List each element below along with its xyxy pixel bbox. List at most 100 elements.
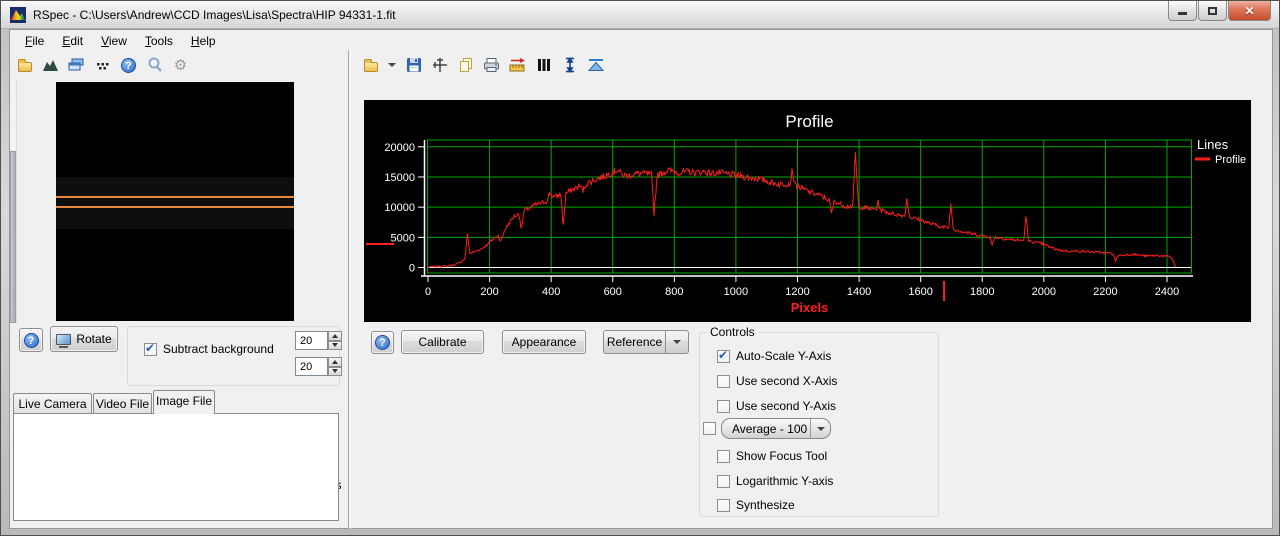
column-bins-icon[interactable] [534,56,553,75]
spin-up-button[interactable] [328,357,342,367]
settings-gear-icon[interactable]: ⚙ [171,56,190,75]
svg-text:15000: 15000 [384,172,415,184]
zoom-icon[interactable] [145,56,164,75]
spin-down-button[interactable] [328,341,342,351]
menu-view[interactable]: View [92,31,136,51]
svg-text:1600: 1600 [908,286,932,298]
histogram-icon[interactable] [41,56,60,75]
help-button-profile[interactable]: ? [371,331,394,354]
open-dropdown-icon[interactable] [387,56,397,75]
help-button-image[interactable]: ? [19,328,43,352]
background-rows-top-spinner [328,331,342,350]
chevron-down-icon[interactable] [810,419,830,438]
svg-text:200: 200 [480,286,498,298]
pixel-grid-icon[interactable] [93,56,112,75]
svg-text:1200: 1200 [785,286,809,298]
cascade-windows-icon[interactable] [67,56,86,75]
svg-text:600: 600 [604,286,622,298]
profile-chart-svg: 0500010000150002000002004006008001000120… [364,100,1251,322]
second-x-axis-checkbox[interactable] [717,375,730,388]
left-scrollbar-thumb[interactable] [10,151,16,323]
menu-tools[interactable]: Tools [136,31,182,51]
svg-text:Profile: Profile [785,112,833,131]
tab-video-file[interactable]: Video File [93,393,152,414]
menubar: File Edit View Tools Help [10,30,1272,51]
subtract-background-checkbox[interactable] [144,343,157,356]
titlebar[interactable]: RSpec - C:\Users\Andrew\CCD Images\Lisa\… [1,1,1280,29]
chevron-down-icon [673,340,681,344]
subtract-background-row: Subtract background [144,342,274,356]
open-profile-icon[interactable] [361,56,380,75]
vertical-extent-icon[interactable] [560,56,579,75]
menu-help[interactable]: Help [182,31,225,51]
tab-live-camera[interactable]: Live Camera [13,393,92,414]
synthesize-checkbox[interactable] [717,499,730,512]
left-scrollbar[interactable] [10,79,17,323]
svg-text:2200: 2200 [1093,286,1117,298]
svg-text:Profile: Profile [1215,154,1246,166]
background-rows-bottom-input[interactable]: 20 [295,357,328,376]
image-file-tab-panel [13,413,339,521]
menu-file[interactable]: File [16,31,53,51]
second-y-axis-checkbox[interactable] [717,400,730,413]
svg-text:0: 0 [425,286,431,298]
panel-splitter[interactable] [348,50,351,529]
appearance-button[interactable]: Appearance [502,330,586,354]
image-preview[interactable] [56,82,294,321]
svg-text:1800: 1800 [970,286,994,298]
help-icon: ? [24,333,39,348]
svg-text:10000: 10000 [384,202,415,214]
background-rows-bottom-spinner [328,357,342,376]
monitor-icon [56,334,71,345]
logarithmic-label: Logarithmic Y-axis [736,474,833,488]
menu-edit[interactable]: Edit [53,31,92,51]
calibrate-button[interactable]: Calibrate [401,330,484,354]
svg-text:400: 400 [542,286,560,298]
logarithmic-checkbox[interactable] [717,475,730,488]
second-x-axis-label: Use second X-Axis [736,374,837,388]
logarithmic-row: Logarithmic Y-axis [717,474,833,488]
minimize-button[interactable] [1168,1,1197,21]
spectrum-strip [56,177,294,229]
spin-down-button[interactable] [328,367,342,377]
toolbar-image: ? ⚙ [15,51,190,79]
reference-button[interactable]: Reference [603,330,666,354]
maximize-button[interactable] [1198,1,1227,21]
selection-line-bottom[interactable] [56,206,294,208]
average-checkbox[interactable] [703,422,716,435]
background-rows-top-input[interactable]: 20 [295,331,328,350]
average-dropdown[interactable]: Average - 100 [721,418,831,439]
window-title: RSpec - C:\Users\Andrew\CCD Images\Lisa\… [33,8,396,22]
profile-chart[interactable]: 0500010000150002000002004006008001000120… [364,100,1251,322]
reference-dropdown-button[interactable] [666,330,689,354]
help-icon[interactable]: ? [119,56,138,75]
selection-line-top[interactable] [56,196,294,198]
copy-icon[interactable] [456,56,475,75]
measure-ruler-icon[interactable] [508,56,527,75]
rotate-button[interactable]: Rotate [50,326,118,352]
svg-text:1000: 1000 [724,286,748,298]
second-y-axis-label: Use second Y-Axis [736,399,836,413]
second-y-axis-row: Use second Y-Axis [717,399,836,413]
synthesize-row: Synthesize [717,498,795,512]
auto-scale-label: Auto-Scale Y-Axis [736,349,831,363]
tab-image-file[interactable]: Image File [153,390,215,414]
print-icon[interactable] [482,56,501,75]
open-file-icon[interactable] [15,56,34,75]
average-row [703,422,716,435]
svg-text:2400: 2400 [1155,286,1179,298]
spin-up-button[interactable] [328,331,342,341]
svg-text:800: 800 [665,286,683,298]
save-icon[interactable] [404,56,423,75]
average-value: Average - 100 [722,422,810,436]
help-icon: ? [375,335,390,350]
minimize-icon [1178,12,1187,15]
auto-scale-checkbox[interactable] [717,350,730,363]
close-button[interactable]: ✕ [1228,1,1271,21]
close-icon: ✕ [1244,4,1254,18]
reference-split-button: Reference [603,330,689,354]
peak-collapse-icon[interactable] [586,56,605,75]
crosshair-icon[interactable] [430,56,449,75]
controls-title: Controls [707,325,758,339]
show-focus-checkbox[interactable] [717,450,730,463]
